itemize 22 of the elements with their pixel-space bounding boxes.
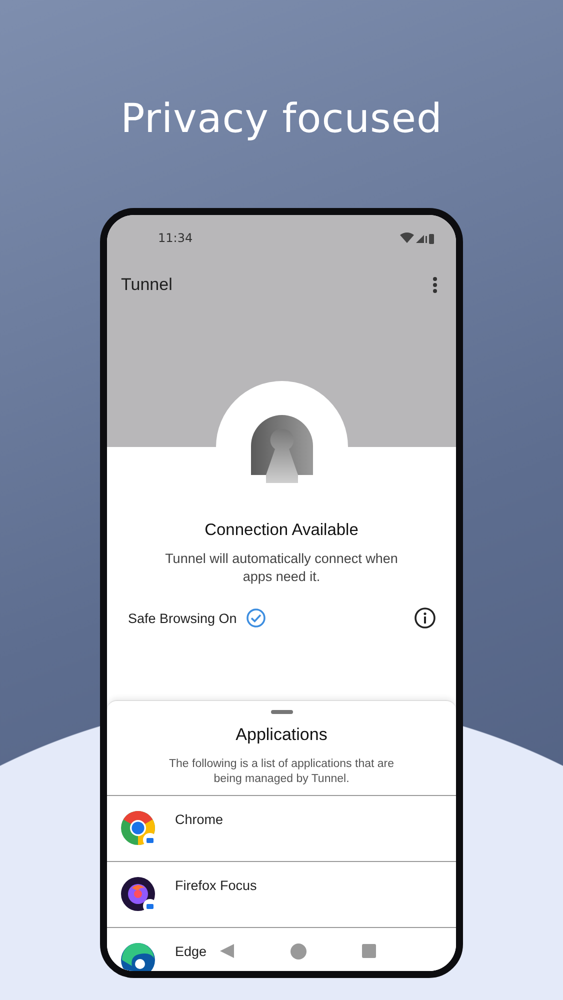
app-name: Chrome [175,812,224,827]
app-name: Edge [175,944,207,959]
app-icon [120,876,158,914]
app-list-item[interactable]: Chrome [107,795,456,861]
sheet-title: Applications [236,725,328,745]
connection-description: Tunnel will automatically connect when apps need it. [164,550,399,586]
safe-browsing-label: Safe Browsing On [128,610,237,626]
status-time: 11:34 [158,230,193,244]
app-name: Firefox Focus [175,878,257,893]
sheet-description: The following is a list of applications that are being managed by Tunnel. [168,757,395,787]
more-options-icon[interactable] [432,277,438,293]
app-list-item[interactable]: Firefox Focus [107,861,456,927]
home-icon[interactable] [290,942,307,960]
headline: Privacy focused [120,96,442,144]
back-icon[interactable] [219,943,235,959]
status-icons [400,232,434,244]
info-icon[interactable] [414,607,436,629]
app-icon [120,810,158,848]
drag-handle[interactable] [270,710,292,714]
connection-title: Connection Available [204,521,358,540]
tunnel-keyhole-icon [250,415,312,483]
app-title: Tunnel [121,275,172,295]
